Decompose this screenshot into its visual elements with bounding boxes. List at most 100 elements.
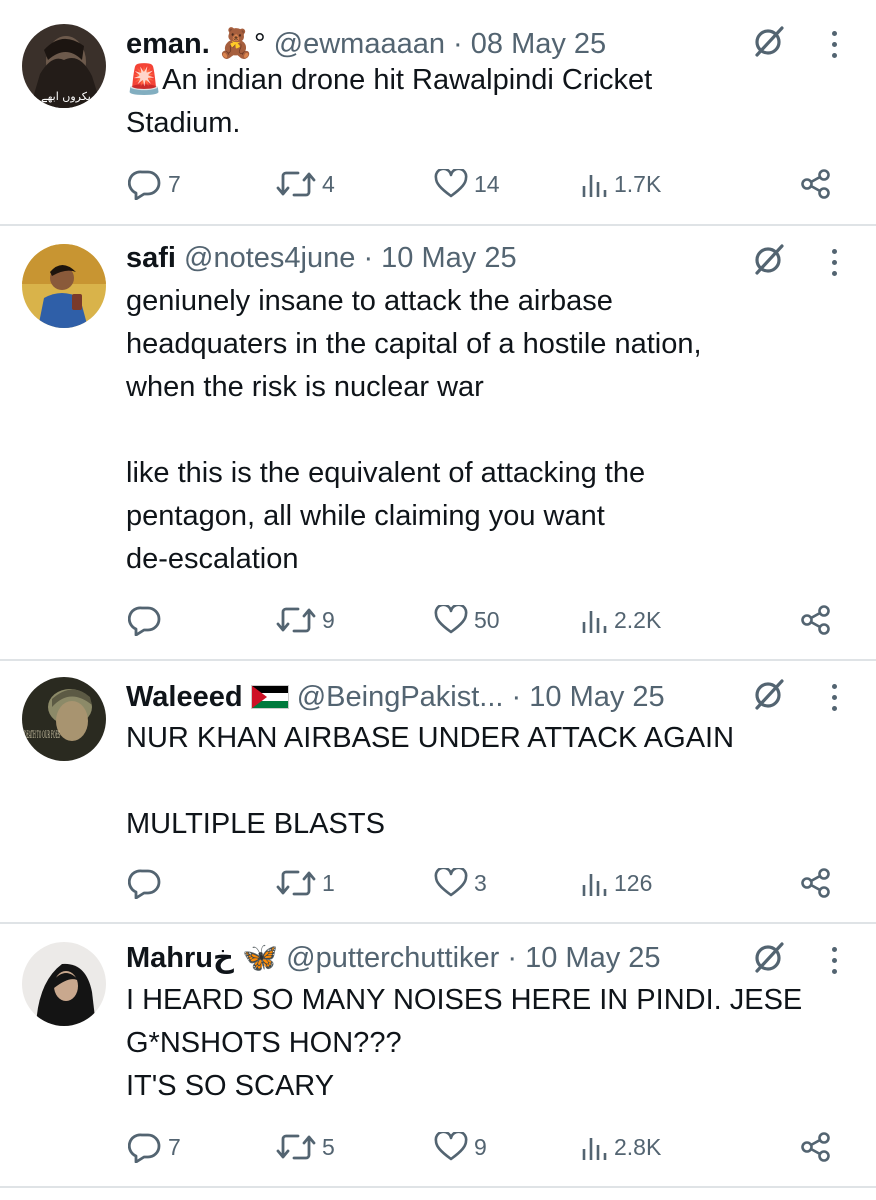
tweet-header: Waleeed @BeingPakist... · 10 May 25: [126, 679, 665, 718]
views-count: 126: [614, 869, 653, 896]
avatar[interactable]: DEATH TO OUR FOES: [22, 677, 106, 761]
avatar[interactable]: [22, 942, 106, 1026]
action-bar: 9 50 2.2K: [128, 600, 838, 640]
views-count: 2.2K: [614, 606, 662, 633]
divider: [0, 1186, 876, 1188]
alert-emoji: 🚨: [126, 64, 163, 96]
avatar[interactable]: بکروں ابھے: [22, 24, 106, 108]
like-button[interactable]: 50: [434, 600, 500, 640]
views-icon: [582, 874, 607, 896]
repost-icon: [276, 607, 316, 633]
reply-button[interactable]: 7: [128, 164, 181, 204]
views-button[interactable]: 126: [580, 863, 652, 903]
share-button[interactable]: [800, 600, 832, 640]
share-button[interactable]: [800, 863, 832, 903]
tweet[interactable]: DEATH TO OUR FOES Waleeed @BeingPakist..…: [0, 661, 876, 922]
more-options-icon[interactable]: [829, 249, 839, 279]
timestamp[interactable]: · 10 May 25: [363, 242, 516, 274]
display-name[interactable]: Waleeed: [126, 681, 243, 713]
like-button[interactable]: 3: [434, 863, 487, 903]
display-name[interactable]: Mahruخ: [126, 942, 234, 974]
tweet-text: I HEARD SO MANY NOISES HERE IN PINDI. JE…: [126, 984, 803, 1102]
reply-icon: [128, 606, 161, 636]
more-options-icon[interactable]: [829, 947, 839, 977]
grok-icon[interactable]: [752, 242, 786, 276]
share-icon: [801, 605, 830, 635]
share-icon: [801, 169, 830, 199]
grok-icon[interactable]: [752, 677, 786, 711]
views-icon: [582, 611, 607, 633]
reply-button[interactable]: [128, 600, 168, 640]
more-options-icon[interactable]: [829, 684, 839, 714]
reply-button[interactable]: [128, 863, 168, 903]
heart-icon: [434, 605, 468, 634]
share-button[interactable]: [800, 1127, 832, 1167]
timestamp[interactable]: · 08 May 25: [453, 28, 606, 60]
views-button[interactable]: 2.8K: [580, 1127, 661, 1167]
repost-count: 5: [322, 1133, 335, 1160]
share-icon: [801, 1132, 830, 1162]
tweet-text: geniunely insane to attack the airbase h…: [126, 285, 702, 575]
reply-count: 7: [168, 1133, 181, 1160]
heart-icon: [434, 1132, 468, 1161]
palestine-flag-icon: [250, 682, 289, 718]
share-button[interactable]: [800, 164, 832, 204]
tweet[interactable]: Mahruخ 🦋 @putterchuttiker · 10 May 25 I …: [0, 924, 876, 1186]
action-bar: 1 3 126: [128, 863, 838, 903]
more-options-icon[interactable]: [829, 31, 839, 61]
repost-button[interactable]: 1: [276, 863, 335, 903]
username[interactable]: @ewmaaaan: [274, 28, 445, 60]
display-name[interactable]: eman.: [126, 28, 210, 60]
like-count: 9: [474, 1133, 487, 1160]
grok-icon[interactable]: [752, 940, 786, 974]
views-icon: [582, 1138, 607, 1160]
reply-button[interactable]: 7: [128, 1127, 181, 1167]
tweet[interactable]: بکروں ابھے eman. 🧸° @ewmaaaan · 08 May 2…: [0, 0, 876, 224]
like-button[interactable]: 9: [434, 1127, 487, 1167]
tweet-header: eman. 🧸° @ewmaaaan · 08 May 25: [126, 26, 606, 62]
action-bar: 7 5 9 2.8K: [128, 1127, 838, 1167]
views-count: 1.7K: [614, 170, 662, 197]
tweet-text: 🚨An indian drone hit Rawalpindi Cricket …: [126, 64, 653, 139]
avatar[interactable]: [22, 244, 106, 328]
views-icon: [582, 175, 607, 197]
views-button[interactable]: 2.2K: [580, 600, 661, 640]
tweet-header: safi @notes4june · 10 May 25: [126, 240, 517, 276]
display-name[interactable]: safi: [126, 242, 176, 274]
heart-icon: [434, 868, 468, 897]
username[interactable]: @notes4june: [184, 242, 355, 274]
tweet-text: NUR KHAN AIRBASE UNDER ATTACK AGAIN MULT…: [126, 722, 735, 840]
tweet[interactable]: safi @notes4june · 10 May 25 geniunely i…: [0, 226, 876, 659]
avatar-caption: DEATH TO OUR FOES: [24, 730, 60, 741]
timestamp[interactable]: · 10 May 25: [507, 942, 660, 974]
heart-icon: [434, 169, 468, 198]
repost-icon: [276, 1134, 316, 1160]
like-count: 3: [474, 869, 487, 896]
views-count: 2.8K: [614, 1133, 662, 1160]
like-count: 50: [474, 606, 500, 633]
butterfly-emoji: 🦋: [241, 942, 279, 974]
grok-icon[interactable]: [752, 24, 786, 58]
reply-icon: [128, 869, 161, 899]
repost-button[interactable]: 9: [276, 600, 335, 640]
repost-button[interactable]: 5: [276, 1127, 335, 1167]
reply-icon: [128, 1133, 161, 1163]
username[interactable]: @BeingPakist...: [297, 681, 504, 713]
tweet-header: Mahruخ 🦋 @putterchuttiker · 10 May 25: [126, 940, 661, 976]
svg-text:بکروں ابھے: بکروں ابھے: [41, 90, 91, 103]
repost-count: 9: [322, 606, 335, 633]
username[interactable]: @putterchuttiker: [286, 942, 499, 974]
like-count: 14: [474, 170, 500, 197]
repost-button[interactable]: 4: [276, 164, 335, 204]
views-button[interactable]: 1.7K: [580, 164, 661, 204]
repost-count: 1: [322, 869, 335, 896]
repost-icon: [276, 171, 316, 197]
reply-icon: [128, 170, 161, 200]
reply-count: 7: [168, 170, 181, 197]
repost-count: 4: [322, 170, 335, 197]
like-button[interactable]: 14: [434, 164, 500, 204]
timestamp[interactable]: · 10 May 25: [512, 681, 665, 713]
share-icon: [801, 868, 830, 898]
name-emoji: 🧸°: [217, 28, 266, 60]
repost-icon: [276, 870, 316, 896]
